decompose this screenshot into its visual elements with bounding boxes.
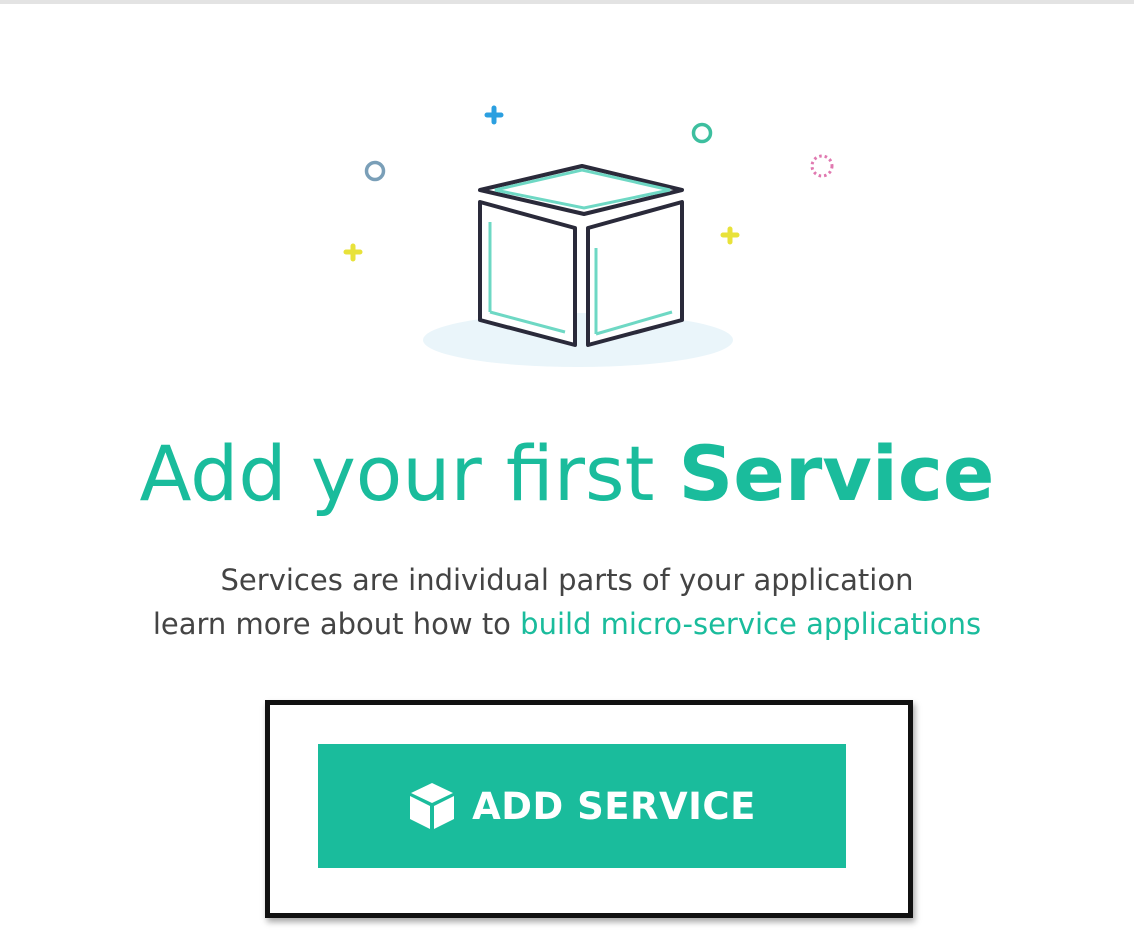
description-line-2: learn more about how to build micro-serv… [0, 602, 1134, 646]
description-line-2-prefix: learn more about how to [152, 607, 521, 641]
top-divider [0, 0, 1134, 4]
circle-icon [691, 122, 713, 144]
title-light: Add your first [139, 429, 679, 518]
cube-illustration [343, 105, 834, 367]
title-bold: Service [678, 429, 995, 518]
empty-state-page: Add your first Service Services are indi… [0, 0, 1134, 940]
page-title: Add your first Service [0, 424, 1134, 524]
cube-shadow [423, 313, 733, 367]
plus-icon [343, 243, 363, 262]
add-service-button[interactable]: ADD SERVICE [318, 744, 846, 868]
plus-icon [484, 105, 504, 125]
cube-icon [410, 783, 455, 829]
microservice-docs-link[interactable]: build micro-service applications [520, 607, 981, 641]
description: Services are individual parts of your ap… [0, 558, 1134, 646]
description-line-1: Services are individual parts of your ap… [220, 563, 914, 597]
circle-icon [364, 160, 386, 182]
dotted-circle-icon [810, 154, 834, 178]
plus-icon [720, 226, 740, 245]
add-service-label: ADD SERVICE [472, 784, 756, 828]
